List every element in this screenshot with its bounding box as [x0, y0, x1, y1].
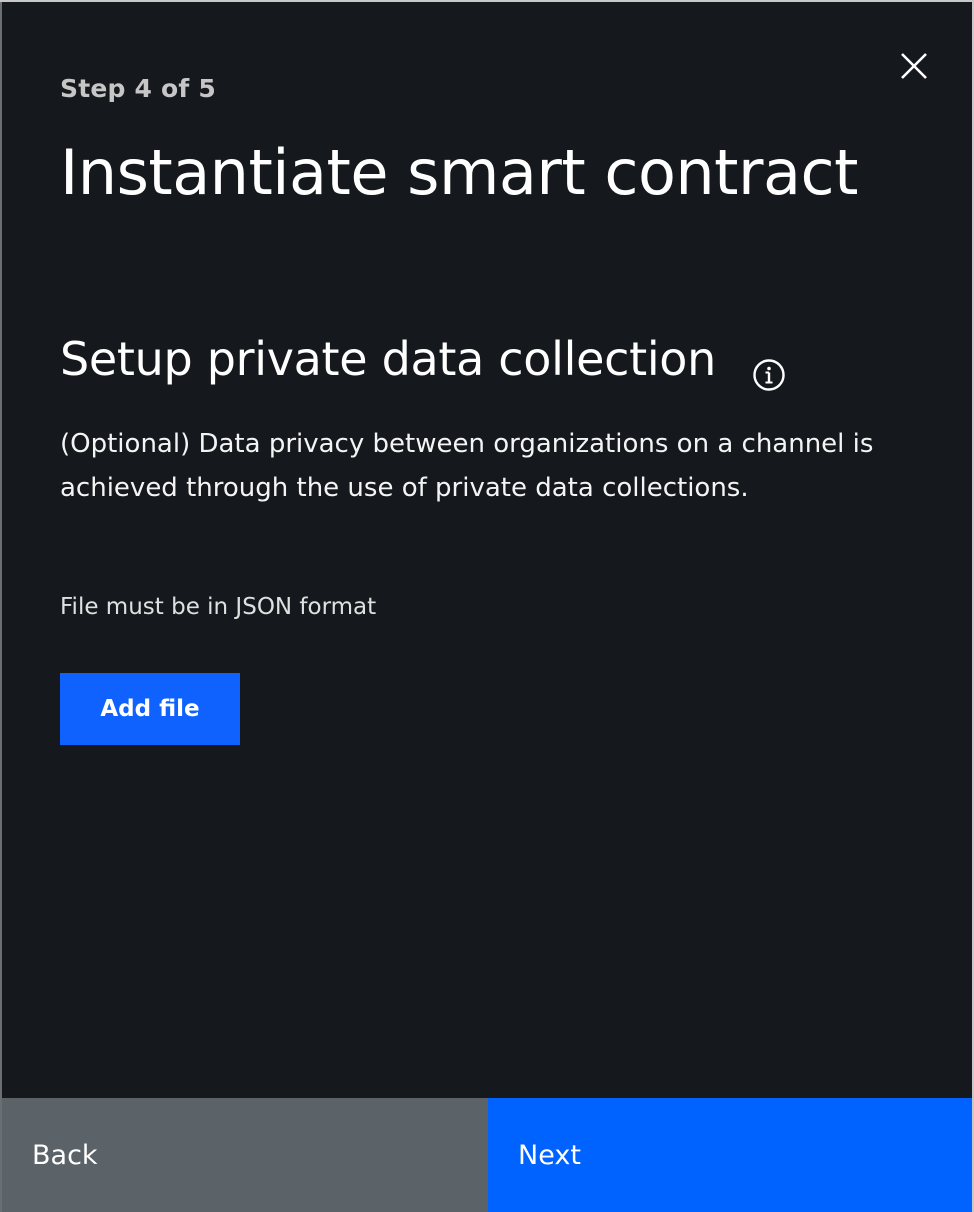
- next-button[interactable]: Next: [488, 1098, 972, 1212]
- modal-footer: Back Next: [2, 1098, 972, 1212]
- close-icon: [901, 53, 927, 79]
- modal-dialog: Step 4 of 5 Instantiate smart contract S…: [0, 2, 972, 1212]
- close-button[interactable]: [894, 46, 934, 86]
- section-description: (Optional) Data privacy between organiza…: [60, 429, 874, 503]
- modal-title: Instantiate smart contract: [60, 136, 858, 209]
- back-button[interactable]: Back: [2, 1098, 488, 1212]
- add-file-button[interactable]: Add file: [60, 673, 240, 745]
- information-icon[interactable]: [752, 358, 786, 392]
- section-title: Setup private data collection: [60, 332, 717, 386]
- step-indicator: Step 4 of 5: [60, 74, 216, 103]
- file-format-hint: File must be in JSON format: [60, 594, 377, 620]
